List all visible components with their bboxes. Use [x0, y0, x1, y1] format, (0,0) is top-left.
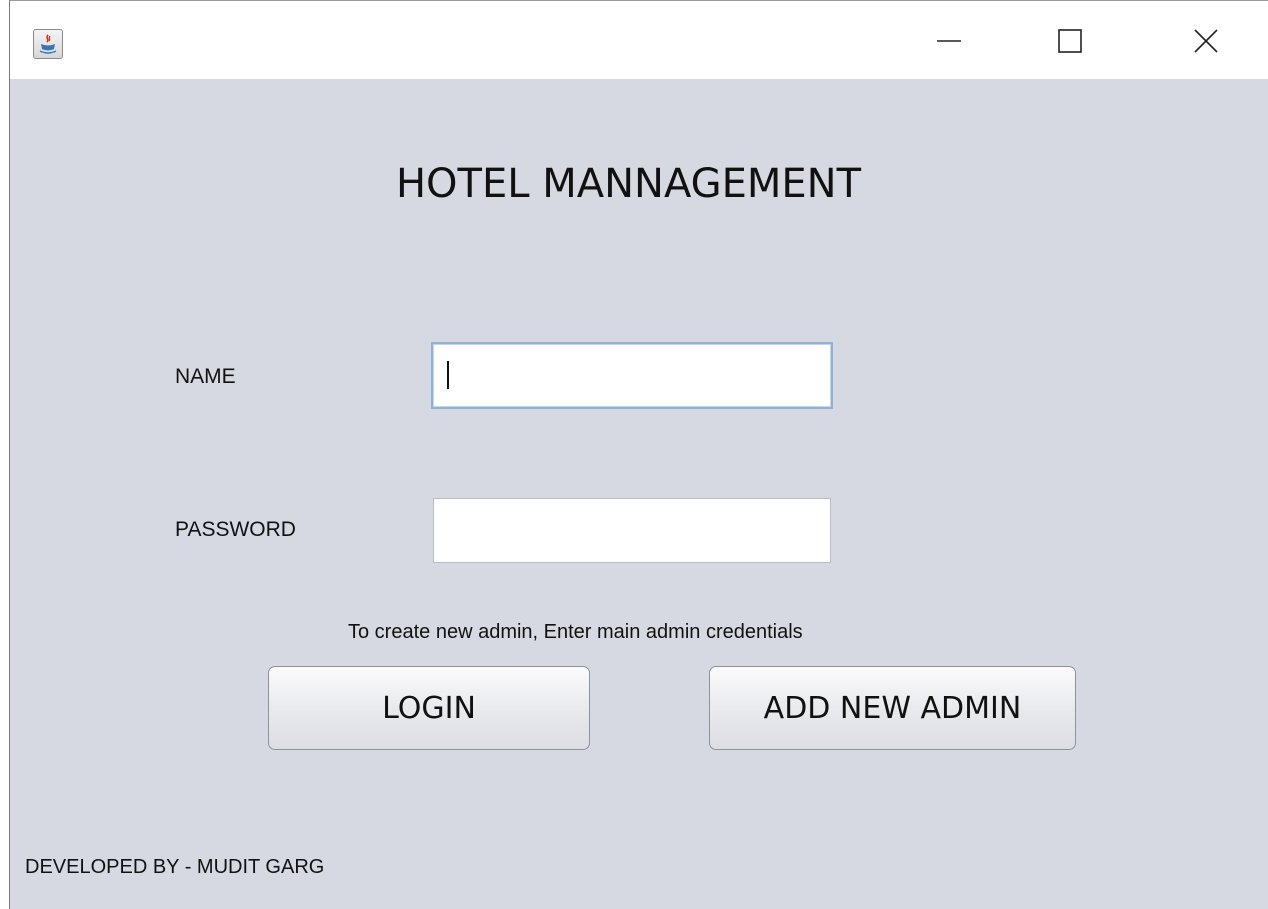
add-new-admin-button[interactable]: ADD NEW ADMIN [709, 666, 1076, 750]
name-label: NAME [175, 365, 236, 388]
password-label: PASSWORD [175, 518, 296, 541]
title-bar[interactable] [10, 1, 1268, 79]
java-coffee-cup-icon[interactable] [33, 29, 63, 59]
name-input[interactable] [431, 342, 833, 409]
login-button[interactable]: LOGIN [268, 666, 590, 750]
close-button[interactable] [1186, 21, 1226, 61]
minimize-button[interactable] [929, 21, 969, 61]
developer-credit: DEVELOPED BY - MUDIT GARG [25, 856, 325, 878]
admin-hint-text: To create new admin, Enter main admin cr… [348, 621, 803, 643]
page-title-text: HOTEL MANNAGEMENT [395, 161, 862, 207]
close-icon [1194, 29, 1218, 53]
maximize-button[interactable] [1050, 21, 1090, 61]
page-title: HOTEL MANNAGEMENT [10, 161, 1268, 207]
minimize-icon [937, 40, 961, 42]
text-caret [447, 361, 449, 389]
app-window: HOTEL MANNAGEMENT NAME PASSWORD To creat… [9, 0, 1268, 909]
password-input[interactable] [433, 498, 831, 563]
maximize-icon [1058, 29, 1082, 53]
